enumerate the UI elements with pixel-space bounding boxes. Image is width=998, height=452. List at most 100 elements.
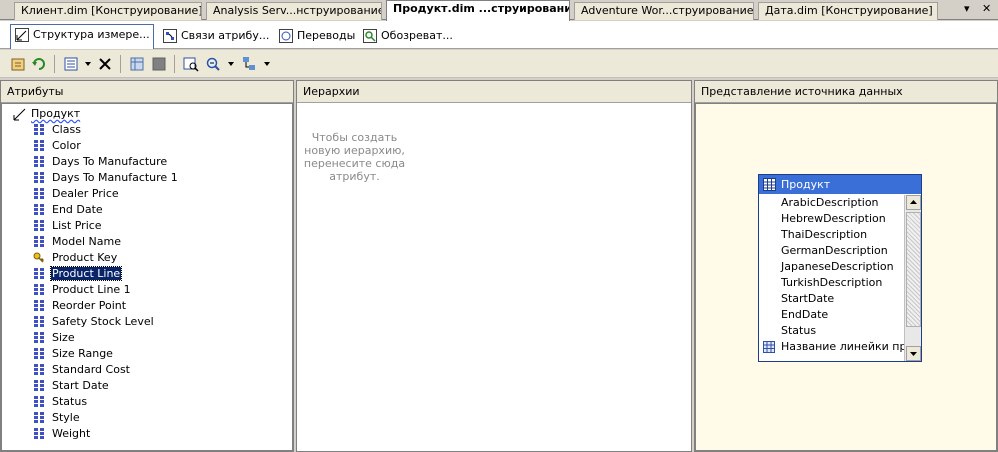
dsv-column-item[interactable]: StartDate [759, 291, 904, 307]
table-icon [763, 178, 776, 191]
attribute-item[interactable]: Class [33, 122, 179, 138]
doc-tab-adventure-works[interactable]: Adventure Wor...струирование] [574, 2, 754, 20]
toolbar-separator [54, 55, 55, 73]
dsv-table-scrollbar[interactable] [904, 195, 921, 361]
attribute-item[interactable]: End Date [33, 202, 179, 218]
attribute-label: Product Line 1 [52, 283, 131, 296]
dsv-column-item[interactable]: Status [759, 323, 904, 339]
dsv-column-item[interactable]: JapaneseDescription [759, 259, 904, 275]
dsv-column-item[interactable]: GermanDescription [759, 243, 904, 259]
attribute-label: Dealer Price [52, 187, 119, 200]
tab-attribute-relationships[interactable]: Связи атрибу... [158, 25, 269, 47]
zoom-icon[interactable] [204, 55, 222, 73]
delete-icon[interactable] [96, 55, 114, 73]
attribute-item[interactable]: Start Date [33, 378, 179, 394]
explore-data-icon[interactable] [182, 55, 200, 73]
dsv-column-item[interactable]: EndDate [759, 307, 904, 323]
attribute-item[interactable]: Size Range [33, 346, 179, 362]
doc-tab-product[interactable]: Продукт.dim ...струирование] [386, 0, 570, 21]
dsv-column-label: JapaneseDescription [781, 260, 894, 273]
attribute-item[interactable]: Product Line [33, 266, 179, 282]
scroll-down-arrow-icon [910, 352, 917, 356]
attribute-label: Size [52, 331, 75, 344]
tab-label: Переводы [297, 29, 356, 42]
hierarchies-pane-title: Иерархии [297, 81, 691, 103]
scroll-down-button[interactable] [906, 346, 921, 361]
view-list-icon[interactable] [62, 55, 80, 73]
dsv-column-label: Status [781, 324, 817, 337]
attribute-icon [34, 380, 44, 391]
attribute-icon [34, 268, 44, 279]
attribute-icon [34, 300, 44, 311]
tab-list-dropdown-icon[interactable]: ▾ [964, 2, 970, 15]
attribute-item[interactable]: Days To Manufacture [33, 154, 179, 170]
attribute-item[interactable]: Safety Stock Level [33, 314, 179, 330]
zoom-dropdown-arrow-icon[interactable] [228, 62, 234, 66]
attributes-tree[interactable]: Продукт Class Color Days To Manufacture Day… [1, 103, 293, 451]
data-source-view-pane: Представление источника данных Продукт A… [694, 80, 998, 452]
attribute-icon [34, 348, 44, 359]
attribute-item[interactable]: Product Line 1 [33, 282, 179, 298]
attribute-icon [34, 124, 44, 135]
dsv-canvas[interactable]: Продукт ArabicDescription HebrewDescripti… [695, 103, 997, 451]
dsv-table-header[interactable]: Продукт [759, 175, 921, 194]
attribute-label: Days To Manufacture [52, 155, 168, 168]
scroll-up-arrow-icon [910, 200, 917, 204]
doc-tab-analysis-services[interactable]: Analysis Serv...нструирование] [206, 2, 382, 20]
attribute-item[interactable]: Size [33, 330, 179, 346]
show-table-icon[interactable] [128, 55, 146, 73]
tab-translations[interactable]: Переводы [274, 25, 356, 47]
attribute-relationships-icon [163, 29, 177, 43]
tree-root-dimension[interactable]: Продукт [13, 106, 80, 122]
hide-table-icon[interactable] [150, 55, 168, 73]
dsv-column-label: ThaiDescription [781, 228, 868, 241]
dsv-column-item[interactable]: TurkishDescription [759, 275, 904, 291]
designer-toolbar [0, 50, 998, 78]
attribute-label: Days To Manufacture 1 [52, 171, 178, 184]
attributes-pane-title: Атрибуты [1, 81, 293, 103]
scroll-up-button[interactable] [906, 195, 921, 210]
hierarchies-divider [297, 103, 691, 451]
refresh-icon[interactable] [30, 55, 48, 73]
attribute-icon [34, 156, 44, 167]
attribute-icon [34, 396, 44, 407]
attribute-item[interactable]: Style [33, 410, 179, 426]
dsv-column-item[interactable]: ThaiDescription [759, 227, 904, 243]
doc-tab-client[interactable]: Клиент.dim [Конструирование] [14, 2, 202, 20]
attribute-icon [34, 204, 44, 215]
dsv-column-label: GermanDescription [781, 244, 888, 257]
process-icon[interactable] [10, 55, 28, 73]
attribute-icon [34, 332, 44, 343]
dsv-table-product[interactable]: Продукт ArabicDescription HebrewDescripti… [758, 174, 922, 362]
dsv-column-item[interactable]: Название линейки пр... [759, 339, 904, 355]
attribute-item[interactable]: Model Name [33, 234, 179, 250]
attribute-item[interactable]: Product Key [33, 250, 179, 266]
view-dropdown-arrow-icon[interactable] [85, 62, 91, 66]
attribute-item[interactable]: Days To Manufacture 1 [33, 170, 179, 186]
attribute-label: Class [52, 123, 81, 136]
attribute-icon [34, 412, 44, 423]
tab-label: Структура измере... [33, 28, 150, 41]
close-document-icon[interactable]: ✕ [982, 2, 991, 15]
attribute-item[interactable]: Color [33, 138, 179, 154]
attribute-label: Style [52, 411, 80, 424]
arrange-tables-icon[interactable] [240, 55, 258, 73]
arrange-dropdown-arrow-icon[interactable] [264, 62, 270, 66]
scroll-thumb[interactable] [906, 212, 921, 327]
attribute-item[interactable]: Reorder Point [33, 298, 179, 314]
attribute-item[interactable]: Status [33, 394, 179, 410]
attribute-item[interactable]: Dealer Price [33, 186, 179, 202]
attribute-label: Standard Cost [52, 363, 130, 376]
dsv-table-title: Продукт [781, 178, 831, 191]
attribute-item[interactable]: Weight [33, 426, 179, 442]
attribute-item[interactable]: List Price [33, 218, 179, 234]
attribute-label: Start Date [52, 379, 109, 392]
tab-browser[interactable]: Обозреват... [358, 25, 454, 47]
doc-tab-date[interactable]: Дата.dim [Конструирование] [758, 2, 938, 20]
attribute-item[interactable]: Standard Cost [33, 362, 179, 378]
browser-magnifier-icon [363, 29, 377, 43]
dsv-column-item[interactable]: ArabicDescription [759, 195, 904, 211]
dsv-column-item[interactable]: HebrewDescription [759, 211, 904, 227]
tab-dimension-structure[interactable]: Структура измере... [10, 24, 154, 49]
tree-root-label: Продукт [31, 107, 81, 120]
